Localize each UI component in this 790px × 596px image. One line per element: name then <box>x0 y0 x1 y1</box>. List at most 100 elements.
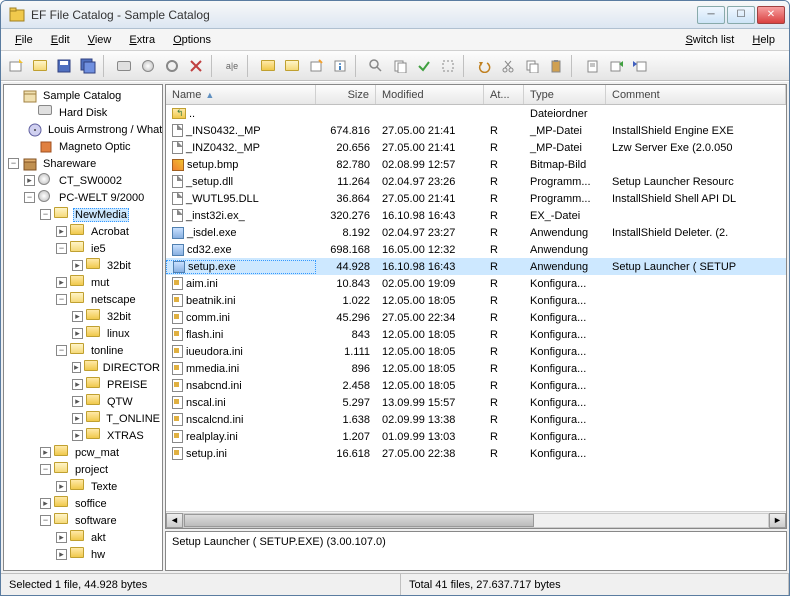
tree-expander[interactable]: ▸ <box>56 277 67 288</box>
edit-comment-button[interactable] <box>305 55 327 77</box>
file-row[interactable]: aim.ini 10.843 02.05.00 19:09 R Konfigur… <box>166 275 786 292</box>
tree-expander[interactable]: ▸ <box>72 260 83 271</box>
file-row[interactable]: mmedia.ini 896 12.05.00 18:05 R Konfigur… <box>166 360 786 377</box>
file-row[interactable]: .. Dateiordner <box>166 105 786 122</box>
cut-button[interactable] <box>497 55 519 77</box>
tree-view[interactable]: Sample CatalogHard DiskLouis Armstrong /… <box>3 84 163 571</box>
tree-node[interactable]: −Shareware <box>4 155 162 172</box>
tree-node[interactable]: ▸DIRECTOR <box>4 359 162 376</box>
check-button[interactable] <box>413 55 435 77</box>
select-button[interactable] <box>437 55 459 77</box>
tree-node[interactable]: ▸akt <box>4 529 162 546</box>
tree-node[interactable]: ▸QTW <box>4 393 162 410</box>
tree-expander[interactable]: ▸ <box>72 311 83 322</box>
menu-edit[interactable]: Edit <box>43 32 78 48</box>
minimize-button[interactable]: ─ <box>697 6 725 24</box>
scan-cd-button[interactable] <box>137 55 159 77</box>
tree-node[interactable]: ▸CT_SW0002 <box>4 172 162 189</box>
tree-node[interactable]: −netscape <box>4 291 162 308</box>
col-attributes[interactable]: At... <box>484 85 524 104</box>
copy-button[interactable] <box>521 55 543 77</box>
file-row[interactable]: _WUTL95.DLL 36.864 27.05.00 21:41 R Prog… <box>166 190 786 207</box>
tree-node[interactable]: ▸Acrobat <box>4 223 162 240</box>
scroll-left-icon[interactable]: ◄ <box>166 513 183 528</box>
file-row[interactable]: flash.ini 843 12.05.00 18:05 R Konfigura… <box>166 326 786 343</box>
tree-expander[interactable]: ▸ <box>56 481 67 492</box>
folder1-button[interactable] <box>257 55 279 77</box>
file-row[interactable]: _INS0432._MP 674.816 27.05.00 21:41 R _M… <box>166 122 786 139</box>
tree-node[interactable]: ▸linux <box>4 325 162 342</box>
file-row[interactable]: cd32.exe 698.168 16.05.00 12:32 R Anwend… <box>166 241 786 258</box>
tree-expander[interactable]: ▸ <box>72 430 83 441</box>
save-all-button[interactable] <box>77 55 99 77</box>
tree-node[interactable]: ▸soffice <box>4 495 162 512</box>
tree-node[interactable]: ▸32bit <box>4 308 162 325</box>
tree-expander[interactable]: ▸ <box>72 379 83 390</box>
file-row[interactable]: _isdel.exe 8.192 02.04.97 23:27 R Anwend… <box>166 224 786 241</box>
new-catalog-button[interactable] <box>5 55 27 77</box>
file-row[interactable]: _setup.dll 11.264 02.04.97 23:26 R Progr… <box>166 173 786 190</box>
tree-expander[interactable]: ▸ <box>40 498 51 509</box>
menu-options[interactable]: Options <box>165 32 219 48</box>
properties-button[interactable] <box>329 55 351 77</box>
tree-node[interactable]: −ie5 <box>4 240 162 257</box>
file-row[interactable]: comm.ini 45.296 27.05.00 22:34 R Konfigu… <box>166 309 786 326</box>
tree-expander[interactable]: ▸ <box>72 362 81 373</box>
tree-node[interactable]: ▸PREISE <box>4 376 162 393</box>
delete-button[interactable] <box>185 55 207 77</box>
menu-help[interactable]: Help <box>744 32 783 48</box>
tree-expander[interactable]: − <box>40 209 51 220</box>
tree-node[interactable]: −NewMedia <box>4 206 162 223</box>
tree-expander[interactable]: − <box>40 464 51 475</box>
file-row[interactable]: _INZ0432._MP 20.656 27.05.00 21:41 R _MP… <box>166 139 786 156</box>
paste-button[interactable] <box>545 55 567 77</box>
col-comment[interactable]: Comment <box>606 85 786 104</box>
tree-expander[interactable]: − <box>56 243 67 254</box>
tree-expander[interactable]: − <box>56 345 67 356</box>
col-type[interactable]: Type <box>524 85 606 104</box>
open-button[interactable] <box>29 55 51 77</box>
tree-expander[interactable]: ▸ <box>72 328 83 339</box>
tree-expander[interactable]: ▸ <box>56 549 67 560</box>
search-button[interactable] <box>365 55 387 77</box>
col-size[interactable]: Size <box>316 85 376 104</box>
menu-file[interactable]: File <box>7 32 41 48</box>
tree-expander[interactable]: − <box>8 158 19 169</box>
export-button[interactable] <box>605 55 627 77</box>
report-button[interactable] <box>581 55 603 77</box>
tree-node[interactable]: −software <box>4 512 162 529</box>
tree-node[interactable]: Magneto Optic <box>4 138 162 155</box>
file-row[interactable]: iueudora.ini 1.111 12.05.00 18:05 R Konf… <box>166 343 786 360</box>
file-row[interactable]: setup.ini 16.618 27.05.00 22:38 R Konfig… <box>166 445 786 462</box>
tree-expander[interactable]: ▸ <box>40 447 51 458</box>
file-row[interactable]: setup.bmp 82.780 02.08.99 12:57 R Bitmap… <box>166 156 786 173</box>
add-media-button[interactable] <box>113 55 135 77</box>
tree-node[interactable]: ▸XTRAS <box>4 427 162 444</box>
tree-expander[interactable]: − <box>24 192 35 203</box>
file-row[interactable]: nscalcnd.ini 1.638 02.09.99 13:38 R Konf… <box>166 411 786 428</box>
column-headers[interactable]: Name ▲ Size Modified At... Type Comment <box>166 85 786 105</box>
horizontal-scrollbar[interactable]: ◄ ► <box>166 511 786 528</box>
tree-node[interactable]: ▸pcw_mat <box>4 444 162 461</box>
scroll-thumb[interactable] <box>184 514 534 527</box>
tree-node[interactable]: ▸Texte <box>4 478 162 495</box>
copy-list-button[interactable] <box>389 55 411 77</box>
file-row[interactable]: nscal.ini 5.297 13.09.99 15:57 R Konfigu… <box>166 394 786 411</box>
tree-node[interactable]: ▸T_ONLINE <box>4 410 162 427</box>
tree-node[interactable]: ▸mut <box>4 274 162 291</box>
file-list[interactable]: Name ▲ Size Modified At... Type Comment … <box>165 84 787 529</box>
tree-node[interactable]: ▸hw <box>4 546 162 563</box>
tree-node[interactable]: −PC-WELT 9/2000 <box>4 189 162 206</box>
tree-expander[interactable]: ▸ <box>72 396 83 407</box>
col-name[interactable]: Name ▲ <box>166 85 316 104</box>
tree-expander[interactable]: ▸ <box>24 175 35 186</box>
menu-view[interactable]: View <box>80 32 120 48</box>
refresh-button[interactable] <box>161 55 183 77</box>
tree-node[interactable]: Louis Armstrong / What a Wonde <box>4 121 162 138</box>
tree-expander[interactable]: ▸ <box>56 226 67 237</box>
file-row[interactable]: realplay.ini 1.207 01.09.99 13:03 R Konf… <box>166 428 786 445</box>
tree-node[interactable]: −tonline <box>4 342 162 359</box>
tree-expander[interactable]: − <box>56 294 67 305</box>
file-row[interactable]: nsabcnd.ini 2.458 12.05.00 18:05 R Konfi… <box>166 377 786 394</box>
tree-expander[interactable]: ▸ <box>72 413 83 424</box>
